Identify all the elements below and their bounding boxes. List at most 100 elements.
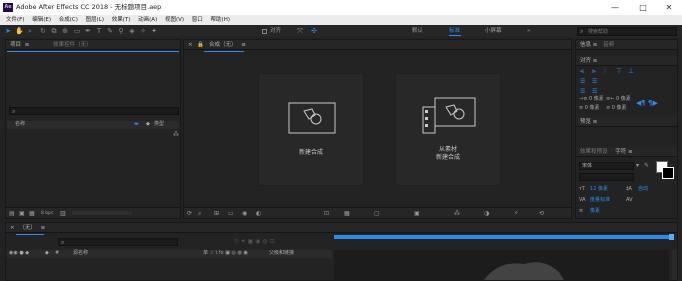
timeline-close-icon[interactable]: × xyxy=(10,225,15,231)
pen-tool-icon[interactable]: ✒ xyxy=(84,27,92,35)
fast-preview-icon[interactable]: ⚡ xyxy=(514,210,518,217)
timeline-switch-icons[interactable]: ⟐ ✦ ▣ ◉ ◍ ⊡ xyxy=(234,238,274,245)
paragraph-icon-1[interactable]: →≡ 0 像素 xyxy=(579,96,604,103)
align-center-icon[interactable]: ⫸ xyxy=(592,68,596,75)
reset-exposure-icon[interactable]: ⟲ xyxy=(539,210,544,217)
project-scrollbar[interactable] xyxy=(72,211,132,215)
mask-icon[interactable]: ▭ xyxy=(228,210,234,217)
interpret-footage-icon[interactable]: ▤ xyxy=(9,210,15,217)
always-preview-icon[interactable]: ⟳ xyxy=(187,210,192,217)
tab-audio[interactable]: 音频 xyxy=(603,42,614,48)
stroke-color-swatch[interactable] xyxy=(662,167,674,179)
close-tab-icon[interactable]: × xyxy=(188,42,193,48)
workspace-overflow-icon[interactable]: » xyxy=(527,27,530,35)
font-size-value[interactable]: 12 像素 xyxy=(590,186,608,193)
clone-stamp-tool-icon[interactable]: ⚲ xyxy=(117,27,125,35)
rectangle-tool-icon[interactable]: ▭ xyxy=(73,27,81,35)
distribute-icon-2[interactable]: ☰ xyxy=(592,78,597,85)
column-source-name[interactable]: 源名称 xyxy=(73,250,88,257)
menu-view[interactable]: 视图(V) xyxy=(165,15,184,25)
font-dropdown-icon[interactable]: ▾ xyxy=(636,162,639,169)
tab-composition[interactable]: 合成（无） xyxy=(209,42,237,48)
puppet-pin-tool-icon[interactable]: ✦ xyxy=(150,27,158,35)
exposure-icon[interactable]: ◑ xyxy=(484,210,489,217)
column-switches[interactable]: 单 ☆ \ fx ▣ ◎ ◍ ◉ xyxy=(203,250,248,257)
menu-file[interactable]: 文件(F) xyxy=(6,15,24,25)
eraser-tool-icon[interactable]: ◈ xyxy=(128,27,136,35)
magnification-icon[interactable]: ⌕ xyxy=(198,210,201,217)
align-left-icon[interactable]: ⫷ xyxy=(580,68,584,75)
channel-icon[interactable]: ◐ xyxy=(256,210,261,217)
align-right-icon[interactable]: ⫶ xyxy=(604,68,606,75)
snap-icon[interactable]: ⤧ xyxy=(296,27,304,35)
camera-tool-icon[interactable]: ⧉ xyxy=(50,27,58,35)
new-composition-icon[interactable]: ▦ xyxy=(29,210,35,217)
workspace-small-screen[interactable]: 小屏幕 xyxy=(485,27,502,35)
project-search-input[interactable]: ⌕ xyxy=(9,107,179,115)
align-middle-icon[interactable]: ⊥ xyxy=(628,68,634,75)
selection-tool-icon[interactable]: ➤ xyxy=(4,27,12,35)
leading-value[interactable]: 自动 xyxy=(638,186,648,193)
paragraph-icon-4[interactable]: ≡ 0 像素 xyxy=(606,105,627,112)
menu-window[interactable]: 窗口 xyxy=(192,15,203,25)
view-layout-icon[interactable]: ▣ xyxy=(414,210,420,217)
grid-icon[interactable]: ⊞ xyxy=(214,210,219,217)
menu-edit[interactable]: 编辑(E) xyxy=(32,15,51,25)
timeline-search-input[interactable]: ⌕ xyxy=(58,238,178,246)
font-style-select[interactable] xyxy=(579,173,634,181)
stroke-width-unit[interactable]: 像素 xyxy=(590,208,600,215)
workspace-standard[interactable]: 标准 xyxy=(449,27,460,35)
column-parent[interactable]: 父级和链接 xyxy=(269,250,294,257)
menu-effect[interactable]: 效果(T) xyxy=(112,15,131,25)
zoom-tool-icon[interactable]: ⌕ xyxy=(26,27,34,35)
tab-align[interactable]: 对齐 xyxy=(580,58,591,64)
tab-preview[interactable]: 预览 xyxy=(580,119,591,125)
workspace-default[interactable]: 默认 xyxy=(412,27,423,35)
visibility-icon[interactable]: ◉◉ ● ◆ xyxy=(9,250,29,257)
tab-project[interactable]: 项目 xyxy=(10,42,21,48)
distribute-icon-4[interactable]: ☰ xyxy=(592,88,597,95)
tab-effects-presets[interactable]: 效果和预设 xyxy=(580,149,608,155)
work-area-bar[interactable] xyxy=(334,235,669,239)
column-name[interactable]: 名称 xyxy=(15,121,25,128)
new-folder-icon[interactable]: ▣ xyxy=(19,210,25,217)
snapshot-icon[interactable]: ◉ xyxy=(242,210,247,217)
tab-timeline[interactable]: （无） xyxy=(19,225,36,231)
kerning-value[interactable]: 度量标准 xyxy=(590,197,610,204)
tab-info[interactable]: 信息 xyxy=(580,42,591,48)
brush-tool-icon[interactable]: ✎ xyxy=(106,27,114,35)
tab-effect-controls[interactable]: 效果控件（无） xyxy=(53,42,92,48)
menu-help[interactable]: 帮助(H) xyxy=(211,15,230,25)
hand-tool-icon[interactable]: ✋ xyxy=(15,27,24,35)
new-comp-from-footage-card[interactable]: 从素材 新建合成 xyxy=(395,73,501,186)
align-checkbox[interactable] xyxy=(262,29,267,34)
bpc-label[interactable]: 8 bpc xyxy=(41,210,53,217)
pan-behind-tool-icon[interactable]: ⊕ xyxy=(61,27,69,35)
flowchart-icon[interactable]: ⁂ xyxy=(173,131,179,138)
menu-composition[interactable]: 合成(C) xyxy=(59,15,78,25)
minimize-button[interactable]: — xyxy=(602,0,628,15)
search-help-field[interactable]: ⌕ 搜索帮助 xyxy=(577,27,677,36)
align-top-icon[interactable]: ⊤ xyxy=(616,68,622,75)
rotate-tool-icon[interactable]: ↻ xyxy=(39,27,47,35)
text-tool-icon[interactable]: T xyxy=(95,27,103,35)
tab-character[interactable]: 字符 xyxy=(615,149,626,155)
flowchart-view-icon[interactable]: ⁂ xyxy=(454,210,460,217)
roto-brush-tool-icon[interactable]: ✧ xyxy=(139,27,147,35)
new-composition-card[interactable]: 新建合成 xyxy=(258,73,364,186)
distribute-icon-3[interactable]: ☰ xyxy=(580,88,585,95)
font-family-select[interactable]: 宋体 xyxy=(579,162,634,170)
paragraph-icon-3[interactable]: ≡ 0 像素 xyxy=(579,105,600,112)
camera-icon[interactable]: ▢ xyxy=(374,210,380,217)
lock-icon[interactable]: 🔒 xyxy=(197,42,204,48)
timeline-track-area[interactable] xyxy=(334,250,669,280)
maximize-button[interactable]: □ xyxy=(630,0,656,15)
column-type[interactable]: 类型 xyxy=(154,121,164,128)
work-area-end-handle[interactable] xyxy=(669,234,674,240)
delete-icon[interactable]: ▥ xyxy=(60,210,66,217)
paragraph-icon-2[interactable]: ≡← 0 像素 xyxy=(606,96,631,103)
expand-icon[interactable]: ✣ xyxy=(310,27,318,35)
transparency-icon[interactable]: ▦ xyxy=(344,210,350,217)
close-button[interactable]: ✕ xyxy=(656,0,682,15)
text-direction-icon[interactable]: ◀¶ ¶▶ xyxy=(636,100,658,107)
